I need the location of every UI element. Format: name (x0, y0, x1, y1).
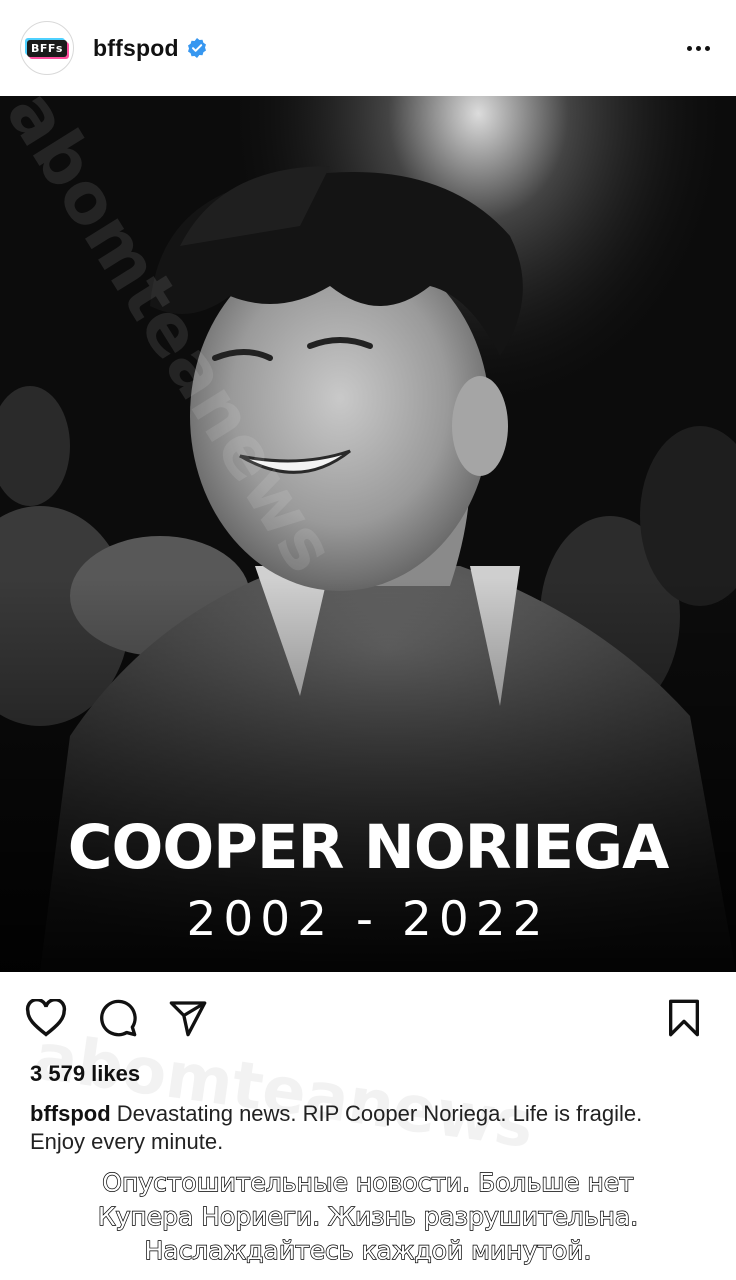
comment-button[interactable] (96, 996, 140, 1040)
likes-count[interactable]: 3 579 likes (30, 1061, 140, 1087)
verified-badge-icon (187, 38, 206, 58)
dot-icon (687, 45, 692, 51)
post-actions (0, 990, 736, 1046)
share-button[interactable] (166, 996, 210, 1040)
post-header: BFFs bffspod (0, 0, 736, 96)
overlay-name-text: COOPER NORIEGA (67, 812, 670, 883)
more-options-button[interactable] (687, 45, 710, 51)
translation-subtitle: Опустошительные новости. Больше нет Купе… (97, 1167, 639, 1265)
caption-text: Devastating news. RIP Cooper Noriega. Li… (30, 1101, 643, 1154)
comment-icon (100, 999, 137, 1037)
send-icon (169, 1001, 207, 1037)
overlay-years-text: 2002 - 2022 (186, 892, 550, 947)
heart-icon (25, 999, 67, 1037)
dot-icon (705, 45, 710, 51)
dot-icon (696, 45, 701, 51)
save-button[interactable] (662, 996, 706, 1040)
avatar[interactable]: BFFs (20, 21, 74, 75)
bookmark-icon (669, 999, 699, 1037)
like-button[interactable] (24, 996, 68, 1040)
username[interactable]: bffspod (93, 35, 179, 62)
post-caption: bffspod Devastating news. RIP Cooper Nor… (30, 1100, 690, 1156)
post-image[interactable]: abomteanews COOPER NORIEGA 2002 - 2022 (0, 96, 736, 972)
caption-username[interactable]: bffspod (30, 1101, 111, 1126)
avatar-logo: BFFs (27, 39, 67, 57)
